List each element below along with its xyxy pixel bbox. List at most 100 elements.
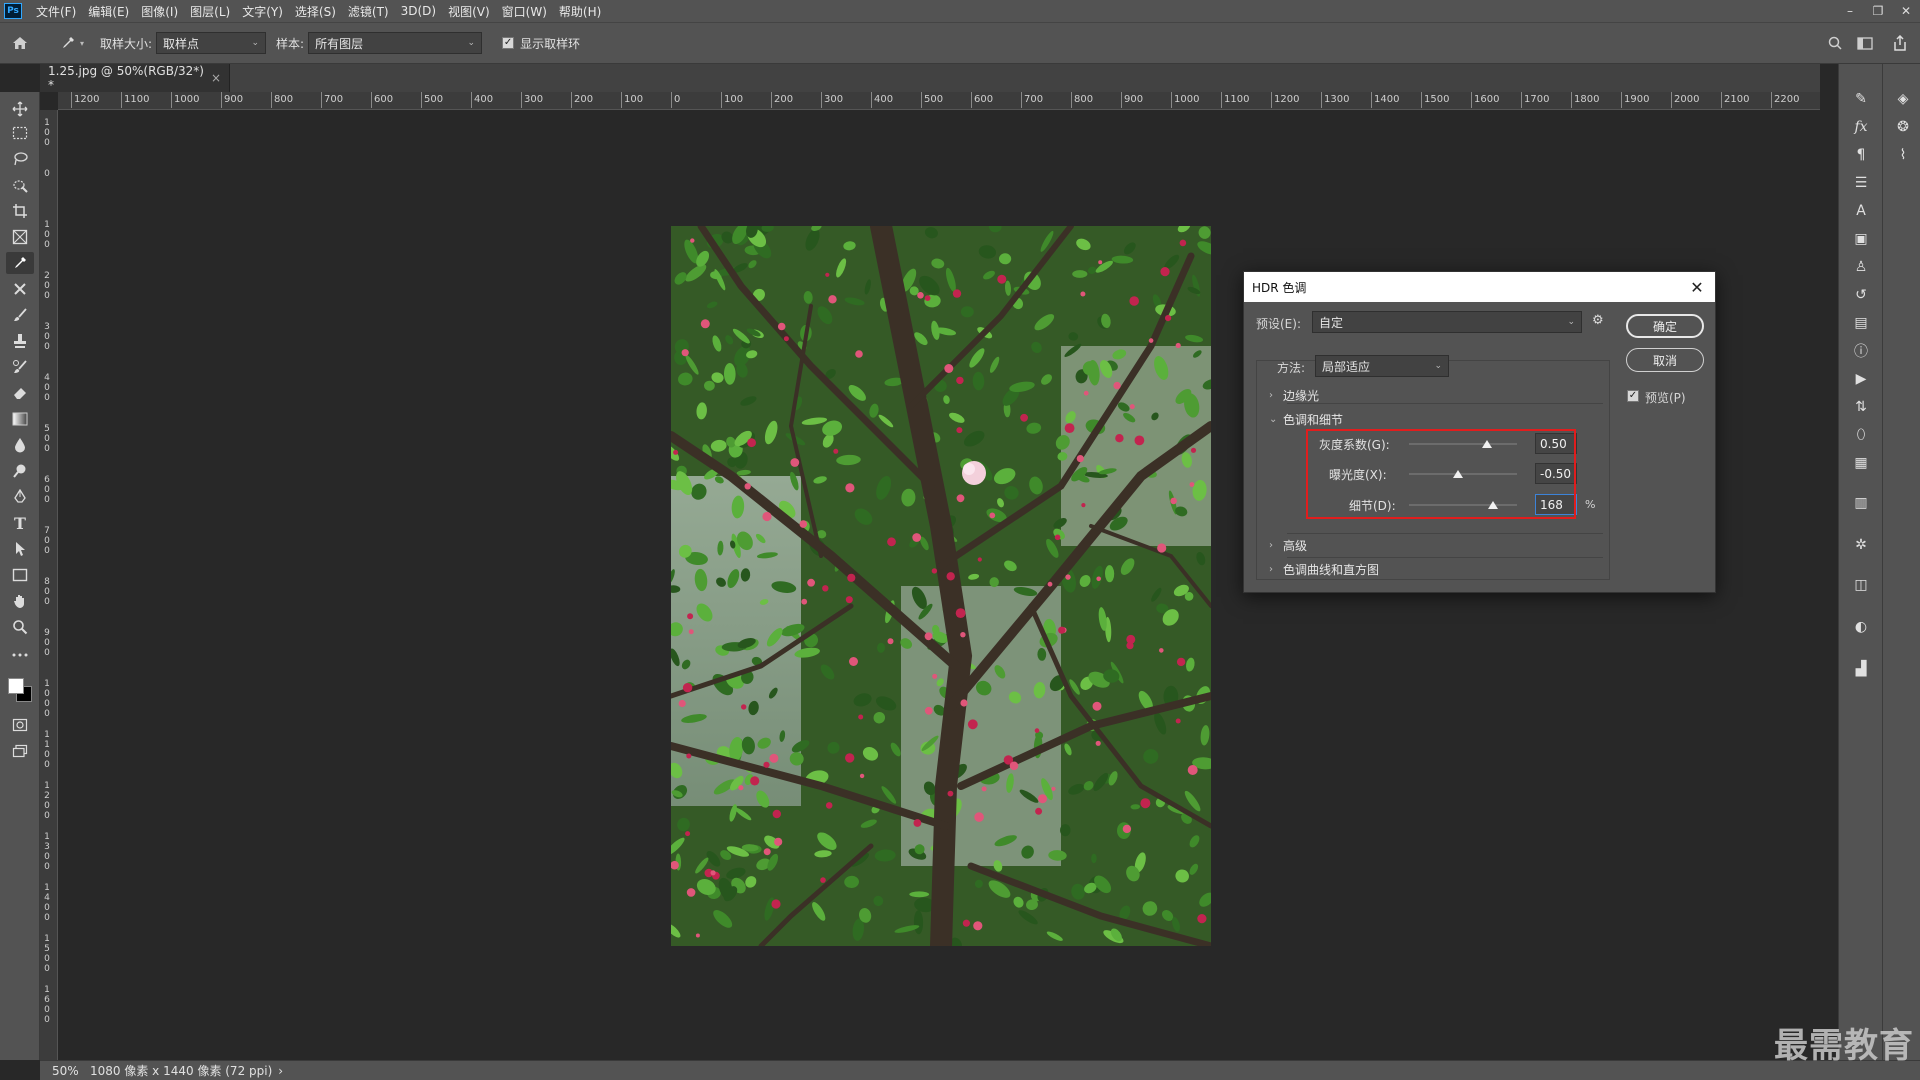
- menu-3d[interactable]: 3D(D): [395, 4, 442, 18]
- brush-settings-icon[interactable]: ✎: [1847, 88, 1875, 110]
- brush-tool-icon[interactable]: [6, 304, 34, 326]
- section-advanced[interactable]: › 高级: [1269, 537, 1307, 554]
- gear-icon[interactable]: ⚙: [1592, 313, 1604, 328]
- section-edge-glow[interactable]: › 边缘光: [1269, 387, 1319, 404]
- color-swatches[interactable]: [6, 668, 36, 702]
- timeline-icon[interactable]: ▤: [1847, 312, 1875, 334]
- blossom-bud: [1159, 648, 1164, 653]
- screen-mode-icon[interactable]: [6, 740, 34, 762]
- status-menu-arrow[interactable]: ›: [278, 1064, 283, 1078]
- history-icon[interactable]: ↺: [1847, 284, 1875, 306]
- search-icon[interactable]: [1820, 36, 1850, 50]
- more-tools-icon[interactable]: [6, 644, 34, 666]
- foreground-color-swatch[interactable]: [8, 678, 24, 694]
- share-icon[interactable]: [1880, 35, 1920, 51]
- ruler-tick-label: 700: [44, 526, 50, 556]
- rectangle-tool-icon[interactable]: [6, 564, 34, 586]
- path-selection-tool-icon[interactable]: [6, 538, 34, 560]
- clone-stamp-tool-icon[interactable]: [6, 330, 34, 352]
- navigator-icon[interactable]: ⇅: [1847, 396, 1875, 418]
- properties-icon[interactable]: ▣: [1847, 228, 1875, 250]
- eyedropper-tool-preset-icon[interactable]: ▾: [54, 35, 90, 51]
- menu-image[interactable]: 图像(I): [135, 3, 184, 20]
- histogram-icon[interactable]: ▟: [1847, 658, 1875, 680]
- hand-tool-icon[interactable]: [6, 590, 34, 612]
- character-icon[interactable]: A: [1847, 200, 1875, 222]
- blossom-bud: [763, 848, 771, 856]
- detail-unit: %: [1585, 498, 1596, 511]
- ruler-tick-label: 400: [870, 92, 894, 108]
- cancel-button[interactable]: 取消: [1626, 348, 1704, 372]
- ok-button[interactable]: 确定: [1626, 314, 1704, 338]
- section-curve-histogram[interactable]: › 色调曲线和直方图: [1269, 561, 1379, 578]
- zoom-tool-icon[interactable]: [6, 616, 34, 638]
- layers-icon[interactable]: ◈: [1889, 88, 1917, 110]
- eraser-tool-icon[interactable]: [6, 382, 34, 404]
- libraries-icon[interactable]: ◫: [1847, 574, 1875, 596]
- info-icon[interactable]: ⓘ: [1847, 340, 1875, 362]
- close-icon[interactable]: ✕: [1687, 277, 1707, 297]
- clone-source-icon[interactable]: ♙: [1847, 256, 1875, 278]
- blossom-bud: [1058, 626, 1066, 634]
- history-brush-tool-icon[interactable]: [6, 356, 34, 378]
- menu-window[interactable]: 窗口(W): [496, 3, 553, 20]
- section-tone-detail[interactable]: ⌄ 色调和细节: [1269, 411, 1343, 428]
- blossom-bud: [1096, 576, 1101, 582]
- blur-tool-icon[interactable]: [6, 434, 34, 456]
- 3d-icon[interactable]: ⬯: [1847, 424, 1875, 446]
- restore-button[interactable]: ❐: [1864, 0, 1892, 22]
- menu-layer[interactable]: 图层(L): [184, 3, 236, 20]
- gradient-tool-icon[interactable]: [6, 408, 34, 430]
- sample-size-select[interactable]: 取样点 ⌄: [156, 32, 267, 54]
- menu-edit[interactable]: 编辑(E): [82, 3, 135, 20]
- fx-styles-icon[interactable]: fx: [1847, 116, 1875, 138]
- close-tab-icon[interactable]: ×: [211, 71, 221, 85]
- method-select[interactable]: 局部适应 ⌄: [1315, 355, 1449, 377]
- quick-mask-icon[interactable]: [6, 714, 34, 736]
- frame-tool-icon[interactable]: [6, 226, 34, 248]
- home-icon[interactable]: [0, 36, 40, 50]
- quick-selection-tool-icon[interactable]: [6, 174, 34, 196]
- paragraph-icon[interactable]: ¶: [1847, 144, 1875, 166]
- workspace-icon[interactable]: [1850, 36, 1880, 50]
- spot-healing-tool-icon[interactable]: [6, 278, 34, 300]
- menu-view[interactable]: 视图(V): [442, 3, 496, 20]
- color-wheel-icon[interactable]: ◐: [1847, 616, 1875, 638]
- blossom-bud: [912, 533, 922, 542]
- pen-tool-icon[interactable]: [6, 486, 34, 508]
- dialog-title-bar[interactable]: HDR 色调: [1244, 272, 1715, 302]
- blossom-bud: [686, 753, 692, 759]
- menu-type[interactable]: 文字(Y): [236, 3, 289, 20]
- zoom-level[interactable]: 50%: [52, 1064, 88, 1078]
- horizontal-ruler[interactable]: 1200 1100 1000 900 800 700 600 500 400 300 200 100 0…: [58, 92, 1820, 110]
- grid-table-icon[interactable]: ▦: [1847, 452, 1875, 474]
- dodge-tool-icon[interactable]: [6, 460, 34, 482]
- blossom-bud: [710, 870, 716, 876]
- crop-tool-icon[interactable]: [6, 200, 34, 222]
- lasso-tool-icon[interactable]: [6, 148, 34, 170]
- menu-select[interactable]: 选择(S): [289, 3, 342, 20]
- actions-play-icon[interactable]: ▶: [1847, 368, 1875, 390]
- preview-checkbox[interactable]: ✓: [1627, 390, 1639, 402]
- minimize-button[interactable]: –: [1836, 0, 1864, 22]
- blossom-bud: [686, 888, 696, 897]
- notes-icon[interactable]: ▥: [1847, 492, 1875, 514]
- document-image[interactable]: [671, 226, 1211, 946]
- eyedropper-tool-icon[interactable]: [6, 252, 34, 274]
- preset-select[interactable]: 自定 ⌄: [1312, 311, 1582, 333]
- document-tab[interactable]: 1.25.jpg @ 50%(RGB/32*) * ×: [40, 64, 230, 92]
- swatches-icon[interactable]: ✲: [1847, 534, 1875, 556]
- menu-filter[interactable]: 滤镜(T): [342, 3, 395, 20]
- sample-select[interactable]: 所有图层 ⌄: [308, 32, 483, 54]
- menu-help[interactable]: 帮助(H): [553, 3, 607, 20]
- channels-icon[interactable]: ❂: [1889, 116, 1917, 138]
- vertical-ruler[interactable]: 100 0 100 200 300 400 500 600 700 800 900 1000 1100 1…: [40, 110, 58, 1060]
- close-window-button[interactable]: ✕: [1892, 0, 1920, 22]
- type-tool-icon[interactable]: T: [6, 512, 34, 534]
- paths-icon[interactable]: ⌇: [1889, 144, 1917, 166]
- marquee-tool-icon[interactable]: [6, 122, 34, 144]
- menu-file[interactable]: 文件(F): [30, 3, 82, 20]
- show-ring-checkbox[interactable]: ✓: [502, 37, 515, 49]
- move-tool-icon[interactable]: [6, 98, 34, 120]
- adjustments-icon[interactable]: ☰: [1847, 172, 1875, 194]
